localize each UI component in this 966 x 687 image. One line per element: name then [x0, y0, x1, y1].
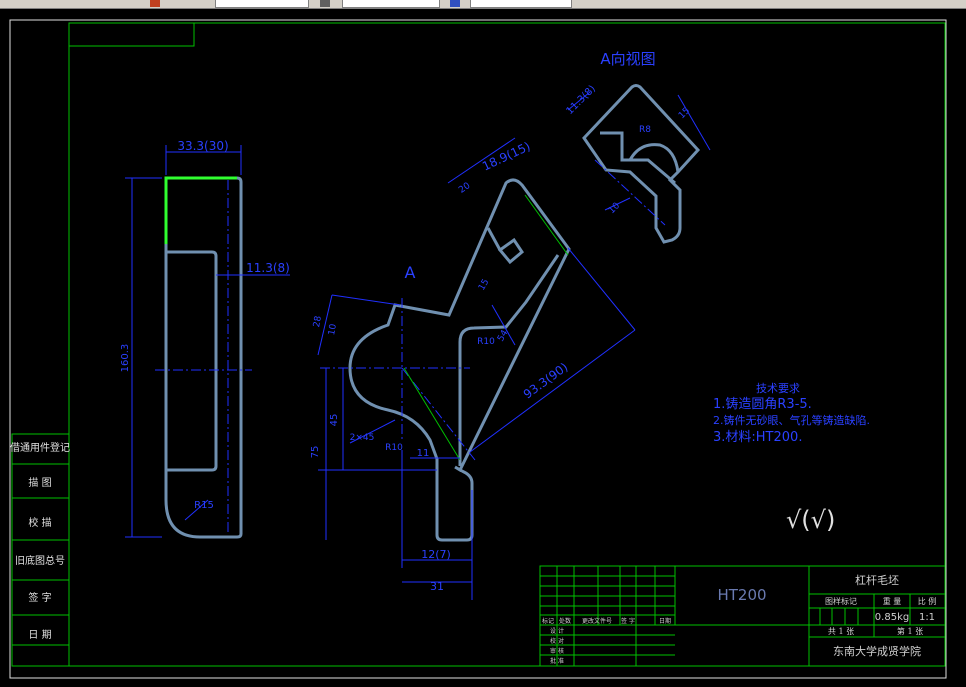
dim-main-long: 93.3(90)	[521, 360, 571, 402]
dim-left-height: 160.3	[120, 344, 131, 373]
dim-main-11: 11	[417, 448, 430, 459]
tb-header-0: 图样标记	[825, 596, 857, 606]
main-view	[317, 137, 636, 600]
tb-change-0: 标记	[542, 617, 554, 625]
toolbar-field[interactable]	[215, 0, 309, 8]
tb-header-1: 重 量	[883, 596, 902, 606]
dim-left-radius: R15	[194, 500, 214, 511]
a-view	[567, 84, 711, 244]
tb-sign-1: 校 对	[550, 637, 564, 645]
toolbar-icon[interactable]	[150, 0, 160, 7]
tb-sheet-no: 第 1 张	[897, 626, 923, 636]
left-col-5: 日 期	[28, 629, 51, 641]
left-col-4: 签 字	[28, 591, 51, 604]
drawing-canvas[interactable]: 借通用件登记 描 图 校 描 旧底图总号 签 字 日 期 33.3(30) 16…	[0, 8, 966, 687]
dim-main-top2: 20	[457, 181, 472, 196]
tb-scale: 1:1	[919, 612, 935, 623]
dim-a-view-r: R8	[639, 125, 651, 135]
dim-main-12: 12(7)	[421, 548, 451, 561]
tb-change-1: 处数	[559, 617, 571, 625]
dim-main-r10: R10	[477, 337, 495, 347]
dim-left-width: 33.3(30)	[177, 139, 228, 153]
roughness-symbol: √(√)	[786, 506, 835, 534]
outer-border	[9, 19, 947, 679]
tb-sign-3: 批 准	[550, 657, 564, 665]
dim-main-10: 10	[327, 323, 339, 336]
dim-main-54: 54	[496, 328, 511, 343]
tb-sign-2: 审 核	[550, 647, 564, 655]
dim-main-chamfer: 2×45	[350, 433, 375, 443]
toolbar-icon[interactable]	[450, 0, 460, 7]
inner-border	[68, 22, 946, 667]
tech-note-3: 3.材料:HT200.	[713, 430, 802, 445]
corner-box	[68, 22, 195, 47]
tb-header-2: 比 例	[918, 596, 937, 606]
toolbar-icon[interactable]	[320, 0, 330, 7]
toolbar-field[interactable]	[470, 0, 572, 8]
dim-main-75: 75	[310, 446, 321, 459]
tb-sign-0: 设 计	[550, 627, 564, 635]
left-col-0: 借通用件登记	[10, 441, 70, 454]
dim-main-28: 28	[312, 315, 324, 328]
tech-note-2: 2.铸件无砂眼、气孔等铸造缺陷.	[713, 413, 870, 427]
tb-school: 东南大学成贤学院	[833, 644, 921, 658]
dim-main-top3: 15	[477, 278, 491, 293]
tb-change-3: 签 字	[621, 617, 635, 625]
tb-sheets-total: 共 1 张	[828, 627, 854, 636]
dim-main-31: 31	[430, 580, 444, 593]
dim-a-view-1: 11.3(8)	[564, 83, 598, 117]
dim-left-slot: 11.3(8)	[246, 261, 290, 275]
section-a-label: A	[405, 263, 416, 282]
tb-material: HT200	[717, 586, 766, 604]
left-col-2: 校 描	[28, 516, 51, 529]
tb-change-2: 更改文件号	[582, 617, 612, 625]
dim-main-r10b: R10	[385, 443, 403, 453]
left-col-3: 旧底图总号	[15, 554, 65, 567]
left-column-table: 借通用件登记 描 图 校 描 旧底图总号 签 字 日 期	[10, 433, 70, 667]
left-view	[125, 145, 290, 539]
left-col-1: 描 图	[28, 476, 51, 489]
a-view-title: A向视图	[600, 50, 655, 68]
dim-a-view-2: 15	[677, 106, 692, 121]
tb-change-4: 日期	[659, 617, 671, 625]
tech-note-1: 1.铸造圆角R3-5.	[713, 396, 812, 412]
dim-main-45: 45	[329, 414, 340, 427]
tb-part-name: 杠杆毛坯	[855, 573, 899, 587]
tech-notes-title: 技术要求	[756, 382, 800, 395]
toolbar-field[interactable]	[342, 0, 440, 8]
tb-weight: 0.85kg	[875, 612, 909, 623]
